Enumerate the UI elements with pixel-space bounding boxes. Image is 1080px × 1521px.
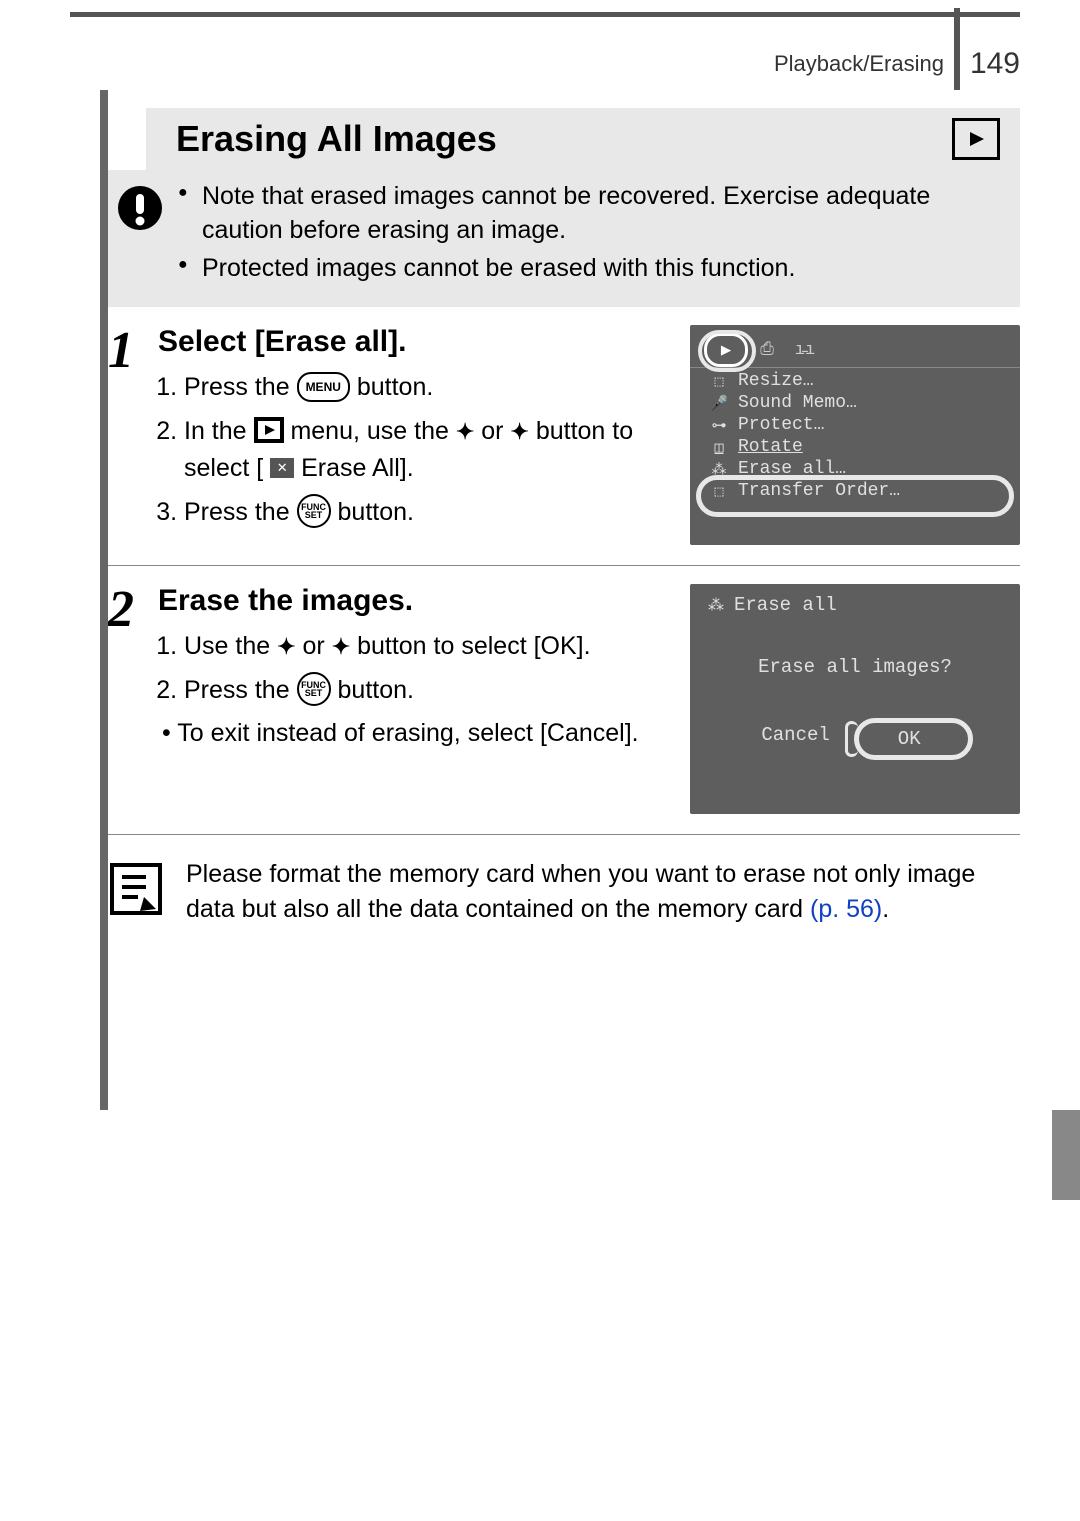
page-link[interactable]: (p. 56) — [810, 895, 882, 923]
menu-list: ⬚Resize… 🎤Sound Memo… ⊶Protect… ◫Rotate … — [690, 368, 1020, 502]
substep-list: Use the ✦ or ✦ button to select [OK]. Pr… — [158, 628, 672, 709]
cancel-option: Cancel — [761, 724, 829, 754]
manual-page: Playback/Erasing 149 Erasing All Images … — [0, 0, 1080, 987]
rotate-icon: ◫ — [708, 438, 730, 457]
confirm-buttons: Cancel OK — [690, 724, 1020, 754]
playback-tab-icon: ▶ — [704, 333, 748, 367]
header-rule — [70, 12, 1020, 17]
sound-memo-icon: 🎤 — [708, 394, 730, 413]
section-title: Erasing All Images — [176, 118, 497, 160]
substep-note: To exit instead of erasing, select [Canc… — [158, 715, 672, 751]
playback-mode-icon — [952, 118, 1000, 160]
warning-list: Note that erased images cannot be recove… — [178, 180, 1000, 289]
menu-tabs: ▶ ⎙ ı̵ı — [690, 325, 1020, 368]
func-set-button-icon: FUNCSET — [297, 494, 331, 528]
substep: Press the FUNCSET button. — [184, 494, 672, 532]
menu-item-selected: ⁂Erase all… — [690, 458, 1020, 480]
menu-item: 🎤Sound Memo… — [690, 392, 1020, 414]
highlight-ring-icon — [854, 718, 973, 760]
camera-screen-menu: ▶ ⎙ ı̵ı ⬚Resize… 🎤Sound Memo… ⊶Protect… … — [690, 325, 1020, 545]
menu-item: ⬚Transfer Order… — [690, 480, 1020, 502]
up-arrow-icon: ✦ — [456, 419, 474, 444]
erase-all-menu-icon: ⁂ — [708, 460, 730, 479]
substep: Press the FUNCSET button. — [184, 672, 672, 710]
substep: In the menu, use the ✦ or ✦ button to se… — [184, 413, 672, 488]
func-set-button-icon: FUNCSET — [297, 672, 331, 706]
note-icon — [108, 861, 168, 927]
camera-screen-confirm: ⁂ Erase all Erase all images? Cancel OK — [690, 584, 1020, 814]
section-title-row: Erasing All Images — [146, 108, 1020, 170]
erase-all-icon: ✕ — [270, 458, 294, 478]
warning-item: Note that erased images cannot be recove… — [178, 180, 1000, 248]
side-accent-bar — [100, 90, 108, 1110]
substep: Press the MENU button. — [184, 369, 672, 407]
breadcrumb: Playback/Erasing — [774, 51, 944, 77]
print-tab-icon: ⎙ — [748, 336, 786, 364]
menu-item: ⬚Resize… — [690, 370, 1020, 392]
menu-item: ⊶Protect… — [690, 414, 1020, 436]
warning-item: Protected images cannot be erased with t… — [178, 252, 1000, 286]
substep-list: Press the MENU button. In the menu, use … — [158, 369, 672, 531]
step-title: Select [Erase all]. — [158, 325, 672, 359]
format-note: Please format the memory card when you w… — [108, 857, 1020, 927]
step-number: 1 — [108, 325, 158, 545]
step-2: 2 Erase the images. Use the ✦ or ✦ butto… — [108, 566, 1020, 835]
menu-item: ◫Rotate — [690, 436, 1020, 458]
resize-icon: ⬚ — [708, 372, 730, 391]
caution-icon — [116, 184, 164, 239]
step-title: Erase the images. — [158, 584, 672, 618]
page-header: Playback/Erasing 149 — [70, 38, 1020, 90]
right-arrow-icon: ✦ — [332, 634, 350, 659]
tools-tab-icon: ı̵ı — [786, 336, 824, 364]
menu-button-icon: MENU — [297, 372, 350, 402]
format-note-text: Please format the memory card when you w… — [186, 857, 1020, 927]
warning-box: Note that erased images cannot be recove… — [108, 170, 1020, 307]
erase-all-icon: ⁂ — [708, 595, 724, 615]
confirm-question: Erase all images? — [690, 656, 1020, 678]
transfer-order-icon: ⬚ — [708, 482, 730, 501]
protect-icon: ⊶ — [708, 416, 730, 435]
ok-option: OK — [870, 724, 949, 754]
step-number: 2 — [108, 584, 158, 814]
left-arrow-icon: ✦ — [277, 634, 295, 659]
playback-menu-icon — [254, 417, 284, 443]
step-1: 1 Select [Erase all]. Press the MENU but… — [108, 307, 1020, 566]
confirm-title: ⁂ Erase all — [690, 584, 1020, 620]
substep: Use the ✦ or ✦ button to select [OK]. — [184, 628, 672, 666]
thumb-tab — [1052, 1110, 1080, 1200]
page-number: 149 — [954, 38, 1020, 90]
down-arrow-icon: ✦ — [510, 419, 528, 444]
